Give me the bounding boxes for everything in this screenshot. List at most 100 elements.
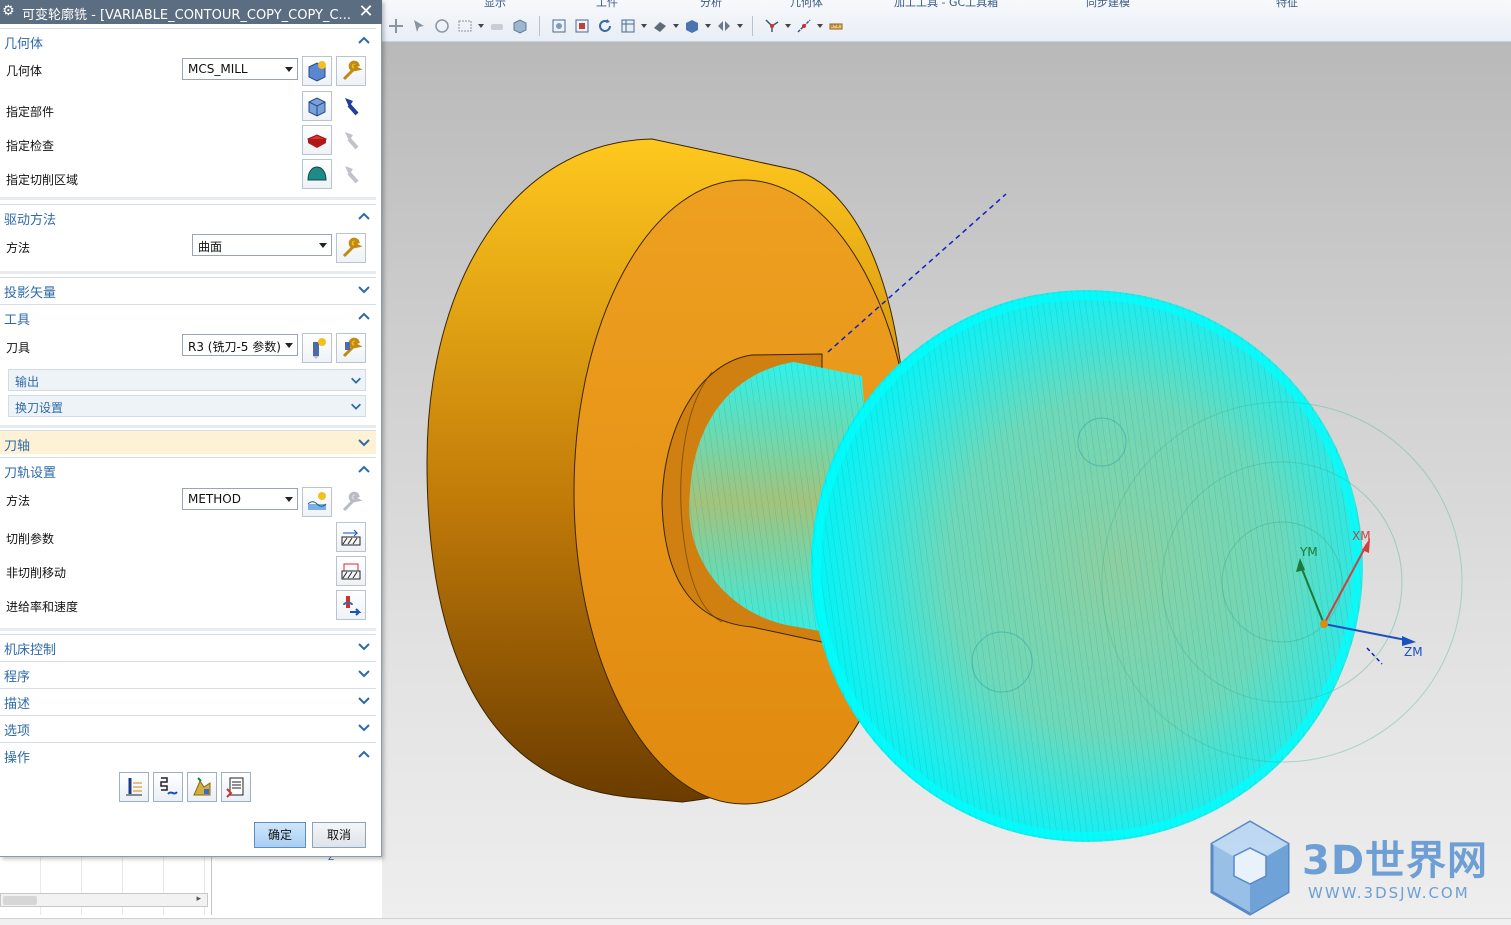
chevron-down-icon (319, 243, 327, 248)
verify-icon[interactable] (794, 16, 814, 36)
show-path-icon[interactable] (762, 16, 782, 36)
section-machine-control[interactable]: 机床控制 (0, 634, 376, 658)
box-icon[interactable] (510, 16, 530, 36)
section-projection-vector-title: 投影矢量 (4, 286, 57, 301)
display-part-button[interactable] (336, 91, 366, 121)
chevron-down-icon[interactable] (356, 665, 372, 681)
move-icon[interactable] (386, 16, 406, 36)
list-button[interactable] (221, 772, 251, 802)
eraser-icon[interactable] (487, 16, 507, 36)
chevron-down-icon[interactable] (356, 719, 372, 735)
feeds-speeds-button[interactable] (336, 590, 366, 620)
specify-part-button[interactable] (302, 91, 332, 121)
rotate-icon[interactable] (595, 16, 615, 36)
chevron-up-icon[interactable] (356, 746, 372, 762)
non-cut-moves-button[interactable] (336, 556, 366, 586)
specify-cut-area-button[interactable] (302, 159, 332, 189)
geometry-label: 几何体 (6, 64, 43, 78)
section-path-settings[interactable]: 刀轨设置 (0, 457, 376, 481)
cut-params-icon (341, 529, 361, 546)
verify-button[interactable] (187, 772, 217, 802)
section-projection-vector[interactable]: 投影矢量 (0, 277, 376, 301)
cancel-button[interactable]: 取消 (312, 822, 366, 848)
section-program[interactable]: 程序 (0, 661, 376, 685)
section-tool[interactable]: 工具 (0, 304, 376, 328)
chevron-down-icon[interactable] (478, 16, 484, 36)
graphics-viewport[interactable]: YM XM ZM 3D世界网 WWW.3DSJW.COM (382, 42, 1511, 918)
subsection-output[interactable]: 输出 (8, 369, 366, 391)
measure-icon[interactable] (826, 16, 846, 36)
group-tab-workpiece[interactable]: 工件 (596, 0, 618, 8)
section-drive-method[interactable]: 驱动方法 (0, 204, 376, 228)
subsection-tool-change[interactable]: 换刀设置 (8, 395, 366, 417)
ball-toolpath[interactable] (811, 290, 1463, 842)
specify-check-button[interactable] (302, 125, 332, 155)
chevron-up-icon[interactable] (356, 308, 372, 324)
chevron-down-icon[interactable] (817, 16, 823, 36)
geometry-select-value: MCS_MILL (188, 62, 248, 76)
scrollbar-thumb[interactable] (3, 896, 37, 905)
non-cut-moves-icon (341, 563, 361, 580)
edit-tool-button[interactable] (336, 333, 366, 363)
chevron-up-icon[interactable] (356, 461, 372, 477)
new-tool-button[interactable] (302, 333, 332, 363)
group-tab-display[interactable]: 显示 (484, 0, 506, 8)
drive-method-select[interactable]: 曲面 (192, 234, 332, 256)
section-options[interactable]: 选项 (0, 715, 376, 739)
rect-select-icon[interactable] (455, 16, 475, 36)
chevron-down-icon[interactable] (705, 16, 711, 36)
non-cut-moves-label: 非切削移动 (6, 566, 67, 580)
close-button[interactable]: ✕ (355, 1, 377, 23)
chevron-up-icon[interactable] (356, 32, 372, 48)
section-actions[interactable]: 操作 (0, 742, 376, 766)
shaded-cube-icon[interactable] (682, 16, 702, 36)
generate-button[interactable] (119, 772, 149, 802)
pointer-icon[interactable] (409, 16, 429, 36)
dialog-titlebar[interactable]: ⚙ 可变轮廓铣 - [VARIABLE_CONTOUR_COPY_COPY_C.… (0, 0, 382, 24)
scroll-right-arrow-icon[interactable]: ▸ (196, 894, 201, 904)
chevron-down-icon[interactable] (356, 692, 372, 708)
orient-view-icon[interactable] (618, 16, 638, 36)
section-tool-axis[interactable]: 刀轴 (0, 430, 376, 454)
group-tab-geometry[interactable]: 几何体 (790, 0, 823, 8)
edit-drive-method-button[interactable] (336, 233, 366, 263)
render-style-icon[interactable] (650, 16, 670, 36)
chevron-down-icon[interactable] (356, 434, 372, 450)
path-method-select[interactable]: METHOD (182, 488, 298, 510)
group-tab-feature[interactable]: 特征 (1276, 0, 1298, 8)
chevron-down-icon[interactable] (356, 281, 372, 297)
section-geometry[interactable]: 几何体 (0, 28, 376, 52)
specify-part-label: 指定部件 (6, 105, 55, 119)
subsection-output-title: 输出 (15, 375, 40, 389)
geometry-select[interactable]: MCS_MILL (182, 58, 298, 80)
new-geometry-button[interactable] (302, 56, 332, 86)
group-tab-analysis[interactable]: 分析 (700, 0, 722, 8)
chevron-down-icon[interactable] (641, 16, 647, 36)
horizontal-scrollbar[interactable]: ▸ (0, 893, 208, 907)
section-view-icon[interactable] (714, 16, 734, 36)
ok-button[interactable]: 确定 (254, 822, 306, 848)
section-description[interactable]: 描述 (0, 688, 376, 712)
chevron-up-icon[interactable] (356, 208, 372, 224)
replay-button[interactable] (153, 772, 183, 802)
chevron-down-icon[interactable] (349, 373, 363, 387)
edit-geometry-button[interactable] (336, 56, 366, 86)
operation-navigator: ▸ Z (0, 853, 382, 918)
toolbar-icons (386, 14, 846, 38)
chevron-down-icon[interactable] (785, 16, 791, 36)
chevron-down-icon[interactable] (349, 399, 363, 413)
chevron-down-icon[interactable] (737, 16, 743, 36)
group-tab-sync-modeling[interactable]: 同步建模 (1086, 0, 1130, 8)
section-path-settings-title: 刀轨设置 (4, 466, 57, 481)
new-method-button[interactable] (302, 487, 332, 517)
tool-select[interactable]: R3 (铣刀-5 参数) (182, 334, 298, 356)
circle-select-icon[interactable] (432, 16, 452, 36)
zoom-icon[interactable] (572, 16, 592, 36)
nx-cam-window: 显示 工件 分析 几何体 加工工具 - GC工具箱 同步建模 特征 YM XM … (0, 0, 1511, 925)
chevron-down-icon[interactable] (673, 16, 679, 36)
chevron-down-icon[interactable] (356, 638, 372, 654)
group-tab-gc-toolkit[interactable]: 加工工具 - GC工具箱 (894, 0, 998, 8)
fit-view-icon[interactable] (549, 16, 569, 36)
cut-params-button[interactable] (336, 522, 366, 552)
model-canvas: YM XM ZM (426, 138, 1463, 916)
